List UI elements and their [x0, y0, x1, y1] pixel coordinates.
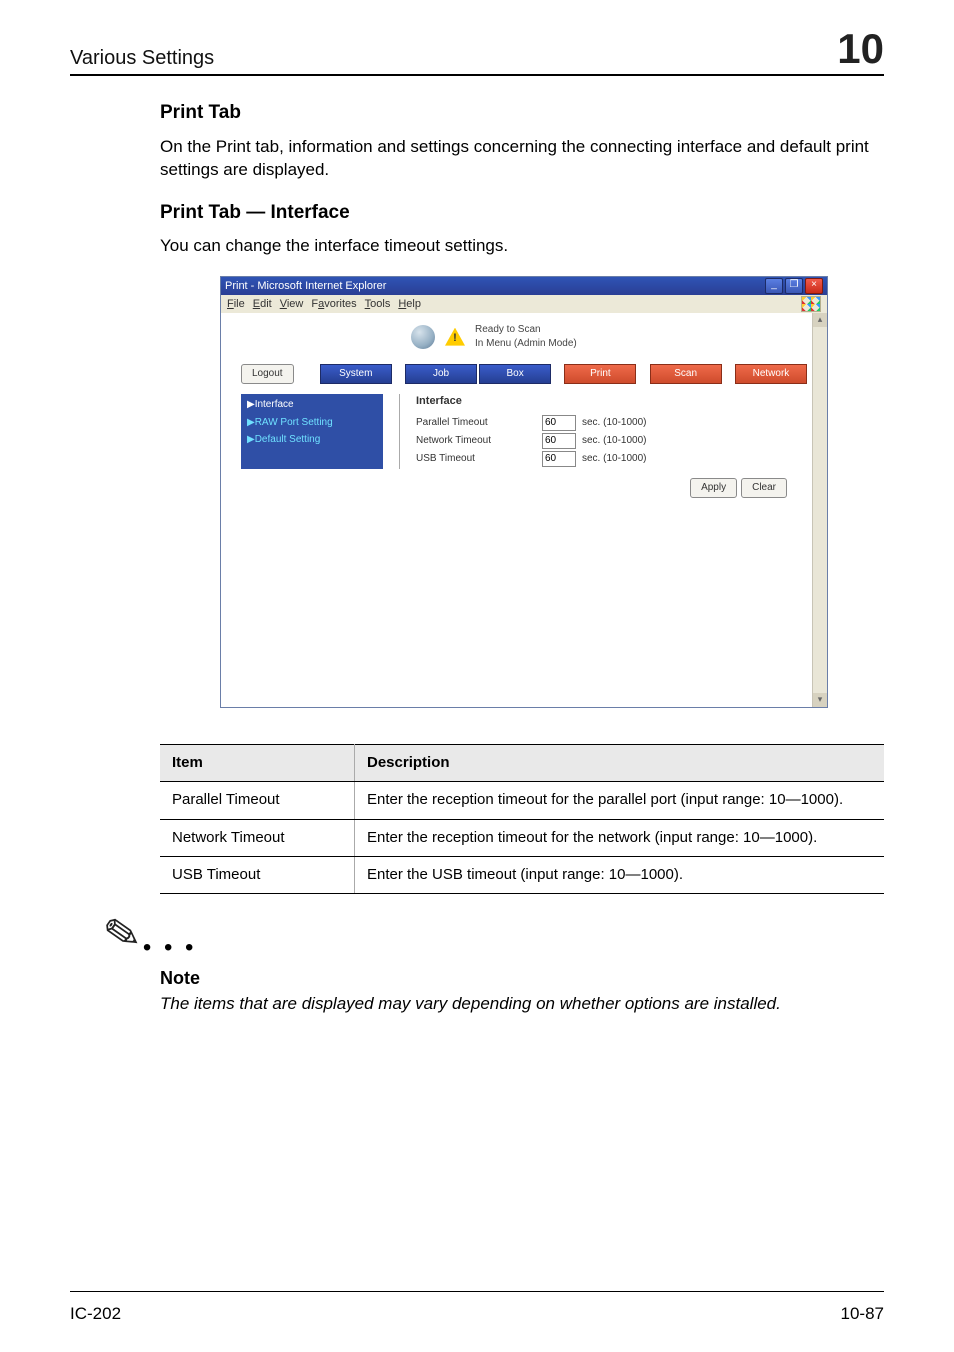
status-line1: Ready to Scan [475, 323, 577, 337]
note-text: The items that are displayed may vary de… [160, 993, 884, 1016]
header-rule [70, 74, 884, 76]
menu-tools: Tools [365, 297, 391, 312]
note-dots-icon: • • • [143, 934, 197, 961]
cell-description: Enter the reception timeout for the netw… [355, 819, 885, 856]
row-unit-network-timeout: sec. (10-1000) [582, 434, 646, 448]
paragraph-print-tab: On the Print tab, information and settin… [160, 136, 884, 182]
window-title-bar: Print - Microsoft Internet Explorer _ ❐ … [221, 277, 827, 295]
row-unit-parallel-timeout: sec. (10-1000) [582, 416, 646, 430]
chapter-number: 10 [837, 28, 884, 70]
window-title: Print - Microsoft Internet Explorer [225, 279, 386, 294]
sidebar-item-raw-port: ▶RAW Port Setting [247, 416, 377, 430]
menu-help: Help [398, 297, 421, 312]
close-icon: × [805, 278, 823, 294]
screenshot-ie-print: Print - Microsoft Internet Explorer _ ❐ … [220, 276, 828, 708]
content-heading-interface: Interface [416, 394, 807, 409]
tab-network: Network [735, 364, 807, 384]
description-table: Item Description Parallel Timeout Enter … [160, 744, 884, 894]
tab-print: Print [564, 364, 636, 384]
sidebar-item-interface: ▶Interface [247, 398, 377, 412]
table-row: USB Timeout Enter the USB timeout (input… [160, 856, 884, 893]
row-input-network-timeout [542, 433, 576, 449]
footer-rule [70, 1291, 884, 1292]
menu-favorites: Favorites [311, 297, 356, 312]
globe-icon [411, 325, 435, 349]
sidebar-item-default-setting: ▶Default Setting [247, 433, 377, 447]
minimize-icon: _ [765, 278, 783, 294]
apply-button: Apply [690, 478, 737, 498]
scrollbar: ▴ ▾ [812, 313, 827, 707]
note-icon: ✎ [102, 919, 143, 951]
heading-print-tab: Print Tab [160, 100, 884, 126]
col-header-description: Description [355, 745, 885, 782]
cell-item: Parallel Timeout [160, 782, 355, 819]
heading-print-tab-interface: Print Tab — Interface [160, 200, 884, 226]
table-row: Parallel Timeout Enter the reception tim… [160, 782, 884, 819]
row-input-parallel-timeout [542, 415, 576, 431]
warning-icon: ! [445, 328, 465, 346]
menu-view: View [280, 297, 304, 312]
paragraph-print-tab-interface: You can change the interface timeout set… [160, 235, 884, 258]
tab-system: System [320, 364, 392, 384]
row-input-usb-timeout [542, 451, 576, 467]
cell-description: Enter the reception timeout for the para… [355, 782, 885, 819]
row-unit-usb-timeout: sec. (10-1000) [582, 452, 646, 466]
cell-item: Network Timeout [160, 819, 355, 856]
clear-button: Clear [741, 478, 787, 498]
col-header-item: Item [160, 745, 355, 782]
windows-flag-icon [801, 296, 821, 312]
scroll-down-icon: ▾ [813, 693, 827, 707]
maximize-icon: ❐ [785, 278, 803, 294]
cell-description: Enter the USB timeout (input range: 10—1… [355, 856, 885, 893]
screenshot-sidebar: ▶Interface ▶RAW Port Setting ▶Default Se… [241, 394, 383, 469]
status-area: ! Ready to Scan In Menu (Admin Mode) [411, 323, 807, 350]
footer-right: 10-87 [841, 1304, 884, 1324]
menu-edit: Edit [253, 297, 272, 312]
screenshot-content: Interface Parallel Timeout sec. (10-1000… [399, 394, 807, 469]
row-label-usb-timeout: USB Timeout [416, 452, 536, 466]
window-menubar: File Edit View Favorites Tools Help [221, 295, 827, 314]
menu-file: File [227, 297, 245, 312]
running-header-title: Various Settings [70, 47, 214, 70]
table-row: Network Timeout Enter the reception time… [160, 819, 884, 856]
row-label-parallel-timeout: Parallel Timeout [416, 416, 536, 430]
scroll-up-icon: ▴ [813, 313, 827, 327]
row-label-network-timeout: Network Timeout [416, 434, 536, 448]
tab-scan: Scan [650, 364, 722, 384]
cell-item: USB Timeout [160, 856, 355, 893]
note-heading: Note [160, 966, 884, 990]
logout-button: Logout [241, 364, 294, 384]
tab-box: Box [479, 364, 551, 384]
tab-job: Job [405, 364, 477, 384]
status-line2: In Menu (Admin Mode) [475, 337, 577, 351]
footer-left: IC-202 [70, 1304, 121, 1324]
